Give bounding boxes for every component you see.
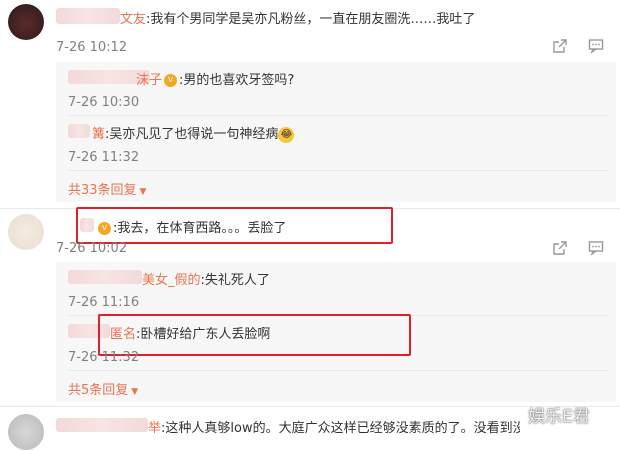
avatar[interactable]	[8, 414, 44, 450]
reply-timestamp: 7-26 11:32	[68, 350, 140, 365]
reply-username[interactable]: 沫子	[136, 73, 162, 88]
reply-text: 篝:吴亦凡见了也得说一句神经病 😂	[68, 123, 295, 143]
highlight-box	[98, 314, 411, 356]
avatar[interactable]	[8, 214, 44, 250]
divider	[68, 170, 608, 171]
reply-timestamp: 7-26 11:16	[68, 295, 140, 310]
reply-body: :男的也喜欢牙签吗?	[179, 73, 295, 88]
username[interactable]: 文友	[120, 12, 146, 27]
comment-text: 文友:我有个男同学是吴亦凡粉丝，一直在朋友圈洗……我吐了	[56, 8, 475, 27]
reply-timestamp: 7-26 10:30	[68, 95, 140, 110]
highlight-box	[76, 207, 393, 244]
laughing-emoji-icon: 😂	[278, 126, 295, 143]
divider	[68, 370, 608, 371]
timestamp: 7-26 10:12	[56, 40, 128, 55]
more-replies-link[interactable]: 共33条回复 ▼	[68, 179, 146, 198]
chevron-down-icon: ▼	[139, 187, 147, 197]
comment-divider	[0, 406, 620, 407]
share-icon[interactable]	[552, 240, 568, 260]
reply-text: 美女_假的:失礼死人了	[68, 269, 270, 288]
more-replies-label[interactable]: 共33条回复	[68, 183, 137, 198]
vip-badge-icon: v	[164, 74, 178, 87]
comment-body: :这种人真够low的。大庭广众这样已经够没素质的了。没看到没一个人吗他吗?	[161, 421, 520, 436]
reply-text: 沫子 v:男的也喜欢牙签吗?	[68, 69, 294, 88]
reply-username[interactable]: 篝	[92, 127, 105, 142]
username[interactable]: 举	[148, 421, 161, 436]
comment-text: 举:这种人真够low的。大庭广众这样已经够没素质的了。没看到没一个人吗他吗?	[56, 417, 520, 436]
watermark: 娱乐E君	[528, 407, 590, 427]
share-icon[interactable]	[552, 38, 568, 58]
comment-icon[interactable]	[588, 240, 604, 260]
reply-timestamp: 7-26 11:32	[68, 150, 140, 165]
chevron-down-icon: ▼	[131, 387, 139, 397]
timestamp: 7-26 10:02	[56, 241, 128, 256]
reply-username[interactable]: 美女_假的	[142, 273, 201, 288]
more-replies-label[interactable]: 共5条回复	[68, 383, 128, 398]
avatar[interactable]	[8, 4, 44, 40]
reply-body: :失礼死人了	[200, 273, 270, 288]
more-replies-link[interactable]: 共5条回复 ▼	[68, 379, 138, 398]
comment-body: :我有个男同学是吴亦凡粉丝，一直在朋友圈洗……我吐了	[146, 12, 476, 27]
reply-body: :吴亦凡见了也得说一句神经病	[105, 127, 279, 142]
divider	[68, 115, 608, 116]
comment-icon[interactable]	[588, 38, 604, 58]
